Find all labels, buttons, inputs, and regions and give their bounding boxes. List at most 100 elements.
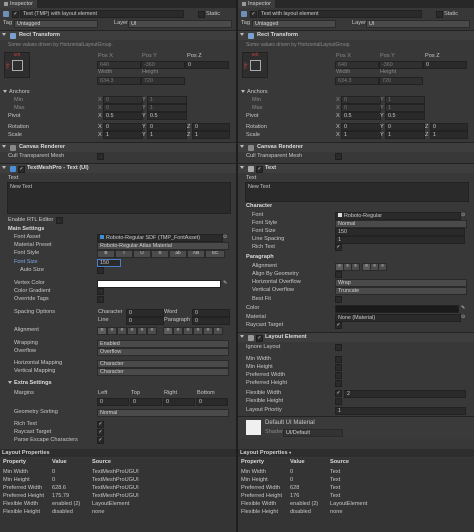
rotation-z[interactable]: 0 [192,123,230,131]
anchor-max-x[interactable]: 0 [341,104,381,112]
bold-button[interactable]: B [97,250,115,258]
cull-checkbox[interactable] [97,153,104,160]
tab-inspector[interactable]: Inspector [0,0,38,8]
text-area[interactable]: New Text [245,182,469,202]
anchor-min-x[interactable]: 0 [341,96,381,104]
pivot-y[interactable]: 0.5 [385,112,425,120]
anchor-min-x[interactable]: 0 [103,96,143,104]
object-name-input[interactable]: Text (TMP) with layout element [20,10,184,18]
rotation-y[interactable]: 0 [385,123,425,131]
anchor-max-y[interactable]: 1 [147,104,187,112]
geometry-sorting-dropdown[interactable]: Normal [97,409,229,417]
layout-properties-header[interactable]: Layout Properties [0,449,236,457]
align-left-icon[interactable]: ≡ [97,327,107,335]
min-height-checkbox[interactable] [335,364,342,371]
pivot-x[interactable]: 0.5 [341,112,381,120]
scale-z[interactable]: 1 [430,131,468,139]
layer-dropdown[interactable]: UI [366,20,470,28]
anchor-preset-button[interactable]: left top [242,52,268,78]
raycast-checkbox[interactable] [335,322,342,329]
width-field[interactable]: 634.3 [335,77,379,85]
posz-field[interactable]: 0 [423,61,467,69]
eyedropper-icon[interactable]: ✎ [223,279,227,287]
anchor-min-y[interactable]: 1 [147,96,187,104]
color-field[interactable] [335,305,459,313]
static-checkbox[interactable] [198,11,205,18]
anchor-preset-button[interactable]: left top [4,52,30,78]
vertical-overflow-dropdown[interactable]: Truncate [335,287,467,295]
rotation-x[interactable]: 0 [103,123,143,131]
posx-field[interactable]: 640 [335,61,379,69]
anchor-min-y[interactable]: 1 [385,96,425,104]
height-field[interactable]: 720 [379,77,423,85]
pivot-x[interactable]: 0.5 [103,112,143,120]
layout-priority-field[interactable]: 1 [335,407,466,415]
rotation-x[interactable]: 0 [341,123,381,131]
posy-field[interactable]: -360 [379,61,423,69]
rotation-z[interactable]: 0 [430,123,468,131]
active-checkbox[interactable] [12,11,19,18]
align-justify-icon[interactable]: ≡ [127,327,137,335]
uppercase-button[interactable]: AB [187,250,205,258]
raycast-checkbox[interactable] [97,429,104,436]
rtl-checkbox[interactable] [56,217,63,224]
anchor-max-y[interactable]: 1 [385,104,425,112]
rich-text-checkbox[interactable] [335,244,342,251]
foldout-arrow-icon[interactable] [241,90,245,94]
margin-left-field[interactable]: 0 [97,398,129,406]
preferred-height-checkbox[interactable] [335,380,342,387]
preferred-width-checkbox[interactable] [335,372,342,379]
align-bottom-icon[interactable]: ≡ [183,327,193,335]
strikethrough-button[interactable]: S [151,250,169,258]
align-middle-icon[interactable]: ≡ [173,327,183,335]
auto-size-checkbox[interactable] [97,267,104,274]
align-midline-icon[interactable]: ≡ [203,327,213,335]
object-picker-icon[interactable]: ⊙ [223,233,227,241]
object-picker-icon[interactable]: ⊙ [461,313,465,321]
scale-y[interactable]: 1 [147,131,187,139]
margin-bottom-field[interactable]: 0 [196,398,228,406]
align-geometry-icon[interactable]: ≡ [147,327,157,335]
flexible-width-checkbox[interactable] [335,390,342,397]
scale-z[interactable]: 1 [192,131,230,139]
posz-field[interactable]: 0 [185,61,229,69]
pivot-y[interactable]: 0.5 [147,112,187,120]
width-field[interactable]: 634.3 [97,77,141,85]
anchor-max-x[interactable]: 0 [103,104,143,112]
text-enabled-checkbox[interactable] [256,165,263,173]
tag-dropdown[interactable]: Untagged [252,20,336,28]
vertical-mapping-dropdown[interactable]: Character [97,368,229,376]
layout-properties-header[interactable]: Layout Properties ▾ [238,449,474,457]
lowercase-button[interactable]: ab [169,250,187,258]
min-width-checkbox[interactable] [335,356,342,363]
layer-dropdown[interactable]: UI [128,20,232,28]
tab-inspector[interactable]: Inspector [238,0,276,8]
layout-element-header[interactable]: Layout Element [238,332,474,342]
scale-x[interactable]: 1 [103,131,143,139]
underline-button[interactable]: U [133,250,151,258]
overflow-dropdown[interactable]: Overflow [97,348,229,356]
flexible-height-checkbox[interactable] [335,398,342,405]
margin-right-field[interactable]: 0 [163,398,195,406]
rotation-y[interactable]: 0 [147,123,187,131]
text-header[interactable]: Text [238,163,474,173]
height-field[interactable]: 720 [141,77,185,85]
rich-text-checkbox[interactable] [97,421,104,428]
line-spacing-field[interactable]: 0 [126,317,164,325]
foldout-arrow-icon[interactable] [3,90,7,94]
align-right-icon[interactable]: ≡ [117,327,127,335]
posx-field[interactable]: 640 [97,61,141,69]
ignore-layout-checkbox[interactable] [335,344,342,351]
active-checkbox[interactable] [250,11,257,18]
align-center-icon[interactable]: ≡ [107,327,117,335]
tmp-text-area[interactable]: New Text [7,182,231,214]
shader-dropdown[interactable]: UI/Default [283,429,343,437]
tmp-header[interactable]: TextMeshPro - Text (UI) [0,163,236,173]
italic-button[interactable]: I [115,250,133,258]
margin-top-field[interactable]: 0 [130,398,162,406]
canvas-renderer-header[interactable]: Canvas Renderer [0,142,236,152]
align-capline-icon[interactable]: ≡ [213,327,223,335]
parse-escape-checkbox[interactable] [97,437,104,444]
align-top-icon[interactable]: ≡ [163,327,173,335]
layout-element-enabled-checkbox[interactable] [256,334,263,342]
